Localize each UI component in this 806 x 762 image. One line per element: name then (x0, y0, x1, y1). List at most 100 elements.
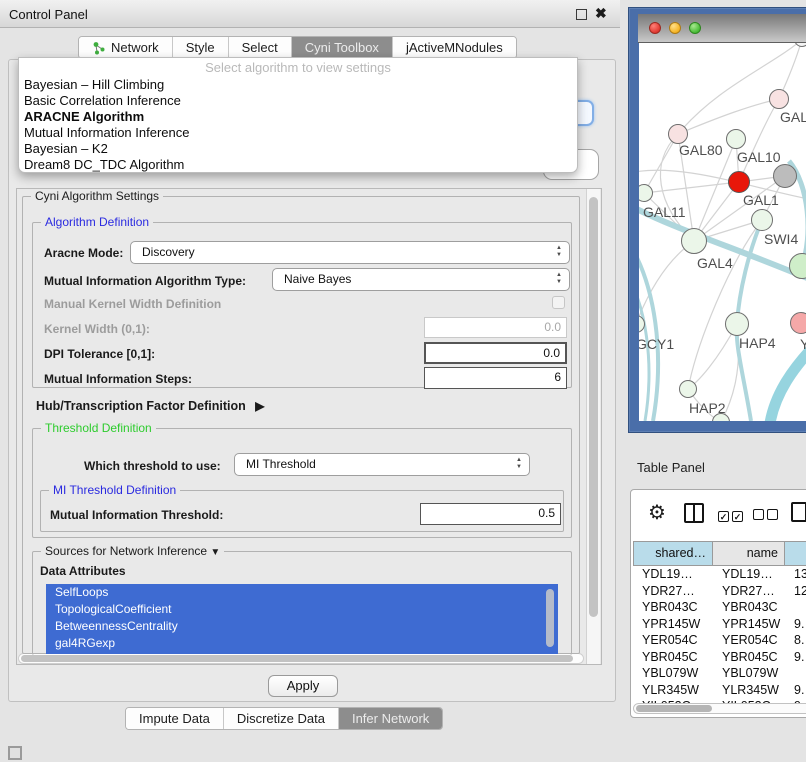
dropdown-item[interactable]: Mutual Information Inference (19, 125, 577, 141)
tab-discretize-data[interactable]: Discretize Data (224, 708, 339, 729)
column-header[interactable] (785, 541, 806, 566)
network-window: GAL GAL80 GAL10 GAL1 GAL11 SWI4 GAL4 GCY… (628, 7, 806, 433)
close-window-icon[interactable] (649, 22, 661, 34)
dropdown-item[interactable]: Dream8 DC_TDC Algorithm (19, 157, 577, 173)
list-item[interactable]: BetweennessCentrality (46, 618, 558, 635)
tab-infer-network[interactable]: Infer Network (339, 708, 442, 729)
table-row[interactable]: YLR345W YLR345W 9. (633, 682, 806, 699)
deselect-all-icon[interactable] (753, 507, 781, 525)
table-header: shared… name (633, 541, 806, 566)
node-label: GCY1 (639, 336, 674, 352)
table-row[interactable]: YBR043C YBR043C (633, 599, 806, 616)
node-selected-red[interactable] (728, 171, 750, 193)
select-all-icon[interactable]: ✓✓ (718, 507, 746, 525)
dpi-tolerance-label: DPI Tolerance [0,1]: (44, 347, 155, 361)
table-row[interactable]: YPR145W YPR145W 9. (633, 616, 806, 633)
control-panel-title: Control Panel (9, 7, 88, 22)
table-horizontal-scrollbar[interactable] (633, 703, 806, 714)
screen: Control Panel ✖ Network Style Select Cyn… (0, 0, 806, 762)
network-window-titlebar[interactable] (638, 14, 806, 43)
node-salmon[interactable] (790, 312, 806, 334)
dropdown-item-selected[interactable]: ARACNE Algorithm (19, 109, 577, 125)
columns-icon[interactable] (684, 503, 704, 523)
node-label: GAL1 (743, 192, 779, 208)
settings-vertical-scrollbar[interactable] (586, 189, 600, 664)
table-row[interactable]: YDL19… YDL19… 13 (633, 566, 806, 583)
dropdown-placeholder: Select algorithm to view settings (19, 59, 577, 77)
node-gray[interactable] (773, 164, 797, 188)
network-icon (92, 41, 106, 55)
list-item[interactable]: gal4RGexp (46, 635, 558, 652)
stepper-icon: ▲▼ (556, 245, 562, 259)
node-label: HAP2 (689, 400, 726, 416)
dock-panel-icon[interactable] (8, 746, 22, 760)
scrollbar-thumb[interactable] (21, 655, 573, 662)
chevron-down-icon: ▼ (210, 547, 220, 558)
which-threshold-combo[interactable]: MI Threshold ▲▼ (234, 453, 530, 476)
mi-steps-field[interactable]: 6 (424, 367, 567, 389)
dpi-tolerance-field[interactable]: 0.0 (424, 342, 567, 364)
node-label: GAL11 (643, 204, 686, 220)
file-icon[interactable] (791, 502, 806, 522)
kernel-width-label: Kernel Width (0,1): (44, 322, 150, 336)
data-attributes-list[interactable]: SelfLoops TopologicalCoefficient Between… (46, 584, 558, 654)
minimize-window-icon[interactable] (669, 22, 681, 34)
table-row[interactable]: YDR27… YDR27… 12 (633, 583, 806, 600)
float-panel-icon[interactable] (576, 9, 587, 20)
tab-network[interactable]: Network (79, 37, 173, 58)
column-header[interactable]: shared… (633, 541, 713, 566)
node-label: Y (800, 336, 806, 352)
group-title: MI Threshold Definition (49, 483, 180, 497)
scrollbar-thumb[interactable] (636, 705, 712, 712)
node-label: GAL10 (737, 149, 781, 165)
table-body: YDL19… YDL19… 13 YDR27… YDR27… 12 YBR043… (633, 566, 806, 703)
close-icon[interactable]: ✖ (595, 5, 607, 22)
tab-cyni-toolbox[interactable]: Cyni Toolbox (292, 37, 393, 58)
scrollbar-thumb[interactable] (589, 197, 598, 617)
zoom-window-icon[interactable] (689, 22, 701, 34)
chevron-right-icon: ▶ (255, 399, 264, 413)
dropdown-item[interactable]: Basic Correlation Inference (19, 93, 577, 109)
node-label: GAL80 (679, 142, 723, 158)
hub-definition-toggle[interactable]: Hub/Transcription Factor Definition ▶ (36, 399, 264, 413)
list-item[interactable]: TopologicalCoefficient (46, 601, 558, 618)
dropdown-item[interactable]: Bayesian – K2 (19, 141, 577, 157)
data-attributes-label: Data Attributes (40, 564, 126, 578)
tab-impute-data[interactable]: Impute Data (126, 708, 224, 729)
column-header[interactable]: name (713, 541, 785, 566)
node-hap4[interactable] (725, 312, 749, 336)
mi-type-label: Mutual Information Algorithm Type: (44, 274, 246, 288)
kernel-width-field[interactable]: 0.0 (424, 317, 567, 338)
aracne-mode-label: Aracne Mode: (44, 246, 123, 260)
table-row[interactable]: YBL079W YBL079W (633, 665, 806, 682)
tab-style[interactable]: Style (173, 37, 229, 58)
apply-button[interactable]: Apply (268, 675, 338, 697)
node-gal4[interactable] (681, 228, 707, 254)
node[interactable] (769, 89, 789, 109)
node-gal10[interactable] (726, 129, 746, 149)
which-threshold-label: Which threshold to use: (84, 459, 221, 473)
gear-icon[interactable]: ⚙ (648, 500, 666, 525)
table-panel: ⚙ ✓✓ shared… name YDL19… YDL19… 13 YDR27… (630, 489, 806, 718)
bottom-tabbar: Impute Data Discretize Data Infer Networ… (125, 707, 443, 730)
node-gal1[interactable] (751, 209, 773, 231)
table-row[interactable]: YBR045C YBR045C 9. (633, 649, 806, 666)
list-item[interactable]: SelfLoops (46, 584, 558, 601)
tab-jactivemnodules[interactable]: jActiveMNodules (393, 37, 516, 58)
manual-kernel-checkbox[interactable] (552, 296, 565, 309)
list-scrollbar-thumb[interactable] (546, 589, 554, 647)
network-canvas[interactable]: GAL GAL80 GAL10 GAL1 GAL11 SWI4 GAL4 GCY… (639, 43, 806, 421)
table-row[interactable]: YER054C YER054C 8. (633, 632, 806, 649)
manual-kernel-label: Manual Kernel Width Definition (44, 297, 221, 311)
mi-type-combo[interactable]: Naive Bayes ▲▼ (272, 268, 570, 291)
node-label: SWI4 (764, 231, 798, 247)
dropdown-item[interactable]: Bayesian – Hill Climbing (19, 77, 577, 93)
node-hap2[interactable] (679, 380, 697, 398)
stepper-icon: ▲▼ (516, 457, 522, 471)
aracne-mode-combo[interactable]: Discovery ▲▼ (130, 241, 570, 264)
sources-toggle[interactable]: Sources for Network Inference ▼ (41, 544, 224, 558)
mi-threshold-field[interactable]: 0.5 (420, 503, 561, 525)
node-gal80[interactable] (668, 124, 688, 144)
tab-select[interactable]: Select (229, 37, 292, 58)
stepper-icon: ▲▼ (556, 272, 562, 286)
